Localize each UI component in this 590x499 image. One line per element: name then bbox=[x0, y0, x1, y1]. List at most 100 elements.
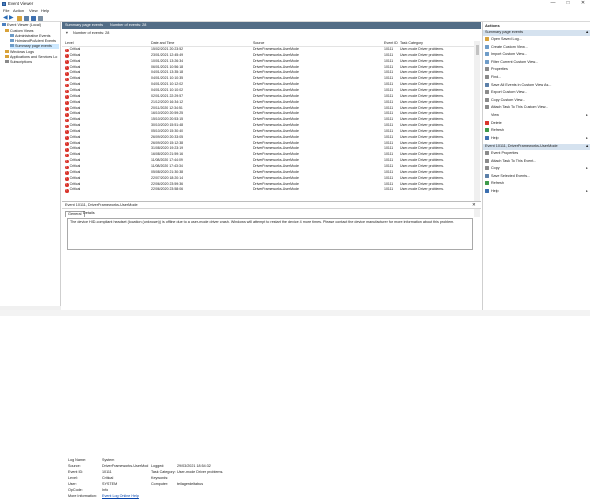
detail-close-icon[interactable]: ✕ bbox=[472, 202, 476, 208]
table-row[interactable]: ! Critical 04/01/2021 10:10:02 DriverFramew… bbox=[62, 87, 474, 94]
action-item[interactable]: Help ▸ bbox=[485, 189, 589, 195]
action-item[interactable]: Copy ▸ bbox=[485, 166, 589, 172]
tree-node-subscriptions[interactable]: Subscriptions bbox=[5, 60, 32, 65]
table-row[interactable]: ! Critical 21/12/2020 16:34:12 DriverFramew… bbox=[62, 100, 474, 105]
column-source[interactable]: Source bbox=[253, 41, 264, 46]
actions-title: Actions bbox=[485, 23, 500, 28]
source-cell: DriverFrameworks-UserMode bbox=[253, 64, 299, 69]
table-row[interactable]: ! Critical 23/01/2021 12:45:49 DriverFramew… bbox=[62, 53, 474, 59]
level-text: Critical bbox=[69, 164, 81, 168]
keywords-label: Keywords: bbox=[151, 476, 169, 480]
action-item[interactable]: Find... bbox=[485, 75, 589, 81]
table-row[interactable]: ! Critical 16/10/2020 20:59:25 DriverFramew… bbox=[62, 111, 474, 117]
level-cell: ! Critical bbox=[65, 106, 80, 111]
column-task-category[interactable]: Task Category bbox=[400, 41, 423, 46]
filter-icon bbox=[485, 59, 489, 64]
level-text: Critical bbox=[69, 187, 81, 192]
action-item[interactable]: Delete bbox=[485, 120, 589, 127]
action-item[interactable]: Open Saved Log... bbox=[485, 37, 589, 43]
action-item[interactable]: Filter Current Custom View... bbox=[485, 59, 589, 66]
tree-node-event-viewer[interactable]: Event Viewer (Local) bbox=[2, 23, 41, 28]
title-bar: Event Viewer — □ ✕ bbox=[0, 0, 590, 8]
properties-icon[interactable] bbox=[38, 15, 43, 21]
action-item[interactable]: Save All Events in Custom View As... bbox=[485, 82, 589, 89]
view-icon bbox=[485, 113, 489, 117]
action-item[interactable]: Event Properties bbox=[485, 151, 589, 157]
table-row[interactable]: ! Critical 06/01/2021 10:56:18 DriverFramew… bbox=[62, 65, 474, 70]
table-row[interactable]: ! Critical 11/08/2020 17:43:34 DriverFramew… bbox=[62, 164, 474, 170]
table-row[interactable]: ! Critical 04/01/2021 10:10:35 DriverFramew… bbox=[62, 76, 474, 82]
close-button[interactable]: ✕ bbox=[576, 0, 590, 8]
action-item[interactable]: Export Custom View... bbox=[485, 90, 589, 96]
table-row[interactable]: ! Critical 15/10/2020 20:53:15 DriverFramew… bbox=[62, 117, 474, 123]
action-item[interactable]: Refresh bbox=[485, 181, 589, 187]
table-row[interactable]: ! Critical 26/09/2020 20:33:05 DriverFramew… bbox=[62, 135, 474, 140]
task-category-cell: User-mode Driver problems. bbox=[400, 158, 444, 163]
action-item[interactable]: Attach Task To This Event... bbox=[485, 158, 589, 165]
column-level[interactable]: Level bbox=[65, 41, 74, 46]
action-item[interactable]: Copy Custom View... bbox=[485, 97, 589, 104]
event-log-online-help-link[interactable]: Event Log Online Help bbox=[102, 494, 139, 499]
table-row[interactable]: ! Critical 11/08/2020 17:44:09 DriverFramew… bbox=[62, 158, 474, 164]
column-event-id[interactable]: Event ID bbox=[384, 41, 398, 46]
table-row[interactable]: ! Critical 10/01/2021 13:26:34 DriverFramew… bbox=[62, 59, 474, 64]
task-category-cell: User-mode Driver problems. bbox=[400, 181, 444, 186]
column-date-time[interactable]: Date and Time bbox=[151, 41, 174, 46]
filter-event-count: Number of events: 28 bbox=[73, 31, 110, 35]
level-text: Critical bbox=[69, 87, 81, 92]
action-item[interactable]: Refresh bbox=[485, 128, 589, 134]
maximize-button[interactable]: □ bbox=[561, 0, 575, 8]
critical-icon: ! bbox=[65, 53, 69, 59]
minimize-button[interactable]: — bbox=[546, 0, 560, 8]
date-time-cell: 05/08/2020 21:30:38 bbox=[151, 169, 184, 174]
actions-section-event[interactable]: Event 10111, DriverFrameworks-UserMode ▲ bbox=[483, 144, 590, 150]
forward-arrow-icon[interactable]: ▶ bbox=[9, 15, 14, 21]
tree-node-summary-page-events[interactable]: Summary page events bbox=[10, 44, 59, 49]
table-row[interactable]: ! Critical 22/07/2020 18:20:14 DriverFramew… bbox=[62, 176, 474, 181]
logged-value: 29/03/2021 18:54:32 bbox=[177, 464, 211, 468]
event-message[interactable]: The device HID-compliant headset (locati… bbox=[67, 218, 473, 250]
action-item[interactable]: Properties bbox=[485, 67, 589, 73]
level-text: Critical bbox=[69, 93, 81, 98]
help-icon[interactable] bbox=[31, 15, 36, 21]
table-row[interactable]: ! Critical 05/08/2020 21:30:38 DriverFramew… bbox=[62, 169, 474, 176]
action-item[interactable]: Create Custom View... bbox=[485, 44, 589, 51]
event-id-cell: 10111 bbox=[384, 87, 394, 92]
action-item[interactable]: Import Custom View... bbox=[485, 52, 589, 58]
actions-section-view[interactable]: Summary page events ▲ bbox=[483, 30, 590, 36]
task-category-cell: User-mode Driver problems. bbox=[400, 58, 444, 63]
table-row[interactable]: ! Critical 30/10/2020 15:51:48 DriverFramew… bbox=[62, 123, 474, 129]
filter-icon[interactable]: ▼ bbox=[65, 30, 69, 37]
table-row[interactable]: ! Critical 20/11/2020 12:34:51 DriverFramew… bbox=[62, 106, 474, 111]
action-item[interactable]: Attach Task To This Custom View... bbox=[485, 105, 589, 111]
action-item[interactable]: View ▸ bbox=[485, 113, 589, 119]
event-id-cell: 10111 bbox=[384, 82, 394, 87]
table-row[interactable]: ! Critical 04/01/2021 13:35:18 DriverFramew… bbox=[62, 70, 474, 76]
action-item[interactable]: Help ▸ bbox=[485, 135, 589, 142]
back-arrow-icon[interactable]: ◀ bbox=[3, 15, 8, 21]
table-row[interactable]: ! Critical 04/01/2021 10:12:02 DriverFramew… bbox=[62, 82, 474, 88]
level-cell: ! Critical bbox=[65, 146, 80, 152]
events-vertical-scrollbar[interactable] bbox=[474, 41, 480, 217]
table-row[interactable]: ! Critical 22/06/2020 23:58:06 DriverFramew… bbox=[62, 187, 474, 193]
table-row[interactable]: ! Critical 05/10/2020 15:30:40 DriverFramew… bbox=[62, 129, 474, 135]
tab-details[interactable]: Details bbox=[81, 211, 97, 216]
table-row[interactable]: ! Critical 16/08/2020 21:59:16 DriverFramew… bbox=[62, 152, 474, 158]
date-time-cell: 22/06/2020 23:59:36 bbox=[151, 181, 184, 186]
folder-icon[interactable] bbox=[17, 15, 22, 21]
task-category-cell: User-mode Driver problems. bbox=[400, 47, 444, 51]
scrollbar-thumb[interactable] bbox=[475, 45, 479, 55]
table-row[interactable]: ! Critical 02/01/2021 22:29:57 DriverFramew… bbox=[62, 94, 474, 99]
date-time-cell: 26/09/2020 15:12:38 bbox=[151, 140, 184, 145]
table-row[interactable]: ! Critical 26/09/2020 15:12:38 DriverFramew… bbox=[62, 141, 474, 146]
console-tree-icon[interactable] bbox=[24, 15, 29, 21]
critical-icon: ! bbox=[65, 76, 69, 82]
critical-icon: ! bbox=[65, 170, 69, 176]
event-id-cell: 10111 bbox=[384, 99, 394, 104]
table-row[interactable]: ! Critical 31/08/2020 19:23:19 DriverFramew… bbox=[62, 146, 474, 152]
table-row[interactable]: ! Critical 22/06/2020 23:59:36 DriverFramew… bbox=[62, 182, 474, 187]
action-item[interactable]: Save Selected Events... bbox=[485, 173, 589, 180]
critical-icon: ! bbox=[65, 164, 69, 170]
source-cell: DriverFrameworks-UserMode bbox=[253, 111, 299, 116]
table-row[interactable]: ! Critical 15/02/2021 20:23:52 DriverFramew… bbox=[62, 47, 474, 53]
